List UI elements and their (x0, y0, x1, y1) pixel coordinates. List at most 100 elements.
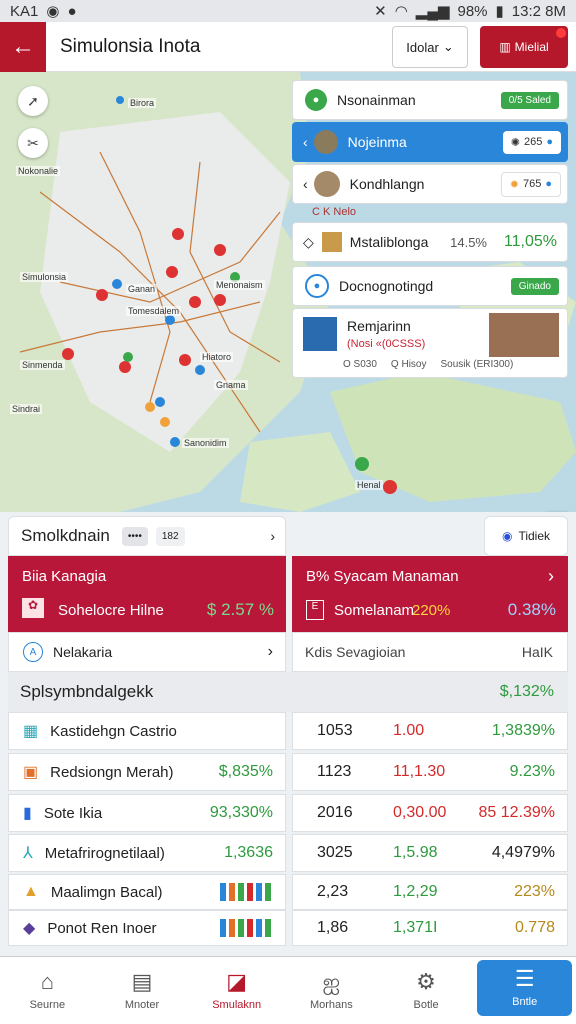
map-label: Simulonsia (20, 272, 69, 282)
detail-footer: O S030 Q Hisoy Sousik (ERI300) (343, 359, 513, 370)
cell-value: 11,1.30 (393, 763, 446, 780)
nav-row-right[interactable]: Kdis Sevagioian HaIK (292, 632, 568, 672)
overlay-row-title: Kondhlangn (349, 176, 425, 192)
subtitle-row: Splsymbndalgekk $,132% (8, 672, 568, 712)
card-title: B% Syacam Manaman (306, 568, 459, 585)
chevron-right-icon[interactable]: › (270, 528, 275, 544)
overlay-row[interactable]: ◇ Mstaliblonga 14.5% 11,05% (292, 222, 568, 262)
table-row[interactable]: 1,86 1,371I 0.778 (292, 910, 568, 946)
detail-sub: (Nosi «(0CSSS) (347, 338, 426, 350)
row-label: Ponot Ren Inoer (47, 919, 157, 937)
table-row[interactable]: 1053 1.00 1,3839% (292, 712, 568, 750)
map-label: Sinmenda (20, 360, 65, 370)
filter-button[interactable]: •••• (121, 526, 148, 546)
section-header: Smolkdnain •••• 182 › (8, 516, 286, 556)
cell-value: 1053 (317, 722, 353, 739)
menu-button[interactable]: ▥ Mielial (480, 26, 568, 68)
nav-row-left[interactable]: A Nelakaria › (8, 632, 286, 672)
table-row[interactable]: ▣ Redsiongn Merah) $,835% (8, 753, 286, 791)
location-icon: A (23, 642, 43, 662)
nav-end-label: HaIK (521, 644, 553, 660)
nav-label: Nelakaria (53, 644, 113, 660)
tab-seurne[interactable]: ⌂ Seurne (0, 957, 95, 1024)
table-row[interactable]: 3025 1,5.98 4,4979% (292, 834, 568, 872)
row-value: 1,3636 (224, 844, 273, 861)
mini-bar (265, 919, 271, 937)
tab-botle[interactable]: ⚙ Botle (379, 957, 474, 1024)
mini-bar (220, 883, 226, 901)
row-value: $,835% (218, 763, 273, 780)
value-chip: ✺ 265 ● (502, 130, 561, 154)
caption-text: C K Nelo (312, 206, 357, 218)
overlay-row-title: Docnognotingd (339, 278, 434, 294)
status-bar: KA1 ◉ ● ✕ ◠ ▂▄▆ 98% ▮ 13:2 8M (0, 0, 576, 22)
locate-button[interactable]: ➚ (18, 86, 48, 116)
table-row[interactable]: 1123 11,1.30 9.23% (292, 753, 568, 791)
map-label: Nokonalie (16, 166, 61, 176)
box-icon: ▣ (23, 764, 39, 781)
chevron-down-icon: ⌄ (442, 39, 454, 54)
cell-value: 1,371I (393, 919, 438, 936)
table-row[interactable]: ▲ Maalimgn Bacal) (8, 874, 286, 910)
location-icon: ● (546, 136, 553, 148)
table-row[interactable]: 2016 0,30.00 85 12.39% (292, 794, 568, 832)
table-row[interactable]: ◆ Ponot Ren Inoer (8, 910, 286, 946)
table-row[interactable]: 2,23 1,2,29 223% (292, 874, 568, 910)
tab-smulaknn[interactable]: ◪ Smulaknn (189, 957, 284, 1024)
cell-value: 1,2,29 (393, 883, 438, 900)
overlay-row-title: Mstaliblonga (349, 234, 429, 250)
overlay-row[interactable]: ● Docnognotingd Ginado (292, 266, 568, 306)
back-button[interactable]: ← (0, 21, 46, 72)
back-arrow-icon: ← (11, 32, 35, 60)
cell-value: 0,30.00 (393, 804, 447, 821)
mini-bar (229, 883, 235, 901)
mini-bar (229, 919, 235, 937)
subtitle-text: Splsymbndalgekk (20, 682, 154, 701)
tools-icon: ✂ (27, 134, 39, 151)
value-text: 265 (523, 136, 543, 148)
count-button[interactable]: 182 (155, 526, 185, 546)
home-icon: ⌂ (40, 968, 54, 994)
map-label: Sindrai (10, 404, 43, 414)
navigate-icon: ➚ (27, 92, 39, 109)
tab-label: Morhans (309, 998, 353, 1011)
table-row[interactable]: ▮ Sote Ikia 93,330% (8, 794, 286, 832)
tab-bntle[interactable]: ☰ Bntle (477, 960, 573, 1016)
sim-icon: ◪ (226, 968, 248, 994)
right-tab[interactable]: ◉ Tidiek (484, 516, 568, 556)
overlay-row[interactable]: ● Nsonainman 0/5 Saled (292, 80, 568, 120)
people-icon: ஐ (322, 968, 341, 994)
cell-value: 4,4979% (491, 844, 555, 861)
thumbnail-icon (313, 130, 338, 154)
cell-value: 1123 (317, 763, 352, 780)
page-title: Simulonsia Inota (60, 35, 201, 57)
chevron-left-icon: ‹ (303, 134, 308, 150)
table-row[interactable]: ⅄ Metafrirognetilaal) 1,3636 (8, 834, 286, 872)
summary-card-left[interactable]: Biia Kanagia ✿ Sohelocre Hilne $ 2.57 % (8, 556, 286, 632)
map-label: Birora (128, 98, 157, 108)
house-photo (489, 313, 559, 357)
detail-text: Remjarinn (Nosi «(0CSSS) (347, 317, 425, 353)
tab-morhans[interactable]: ஐ Morhans (284, 957, 379, 1024)
notification-icon: ◉ (46, 3, 60, 20)
carrier-label: KA1 (10, 2, 39, 20)
overlay-row[interactable]: ‹ Kondhlangn ✹ 765 ● (292, 164, 568, 204)
cell-value: 0.778 (514, 919, 555, 936)
cell-value: 85 12.39% (478, 804, 555, 821)
mode-dropdown[interactable]: Idolar ⌄ (392, 26, 468, 68)
card-value: 220% (412, 602, 451, 619)
building-icon: ▥ (499, 40, 511, 54)
overlay-row-selected[interactable]: ‹ Nojeinma ✺ 265 ● (292, 122, 568, 162)
thumbnail-icon (313, 171, 340, 197)
card-label: Sohelocre Hilne (58, 602, 164, 619)
tab-mnoter[interactable]: ▤ Mnoter (95, 957, 190, 1024)
mini-bar (247, 883, 253, 901)
mini-bar (238, 919, 244, 937)
overlay-caption: C K Nelo (312, 206, 356, 218)
row-label: Maalimgn Bacal) (50, 883, 163, 901)
table-row[interactable]: ▦ Kastidehgn Castrio (8, 712, 286, 750)
summary-card-right[interactable]: B% Syacam Manaman › E Somelanam 220% 0.3… (292, 556, 568, 632)
overlay-detail-card[interactable]: Remjarinn (Nosi «(0CSSS) O S030 Q Hisoy … (292, 308, 568, 378)
right-tab-label: Tidiek (518, 529, 551, 543)
tools-button[interactable]: ✂ (18, 128, 48, 158)
